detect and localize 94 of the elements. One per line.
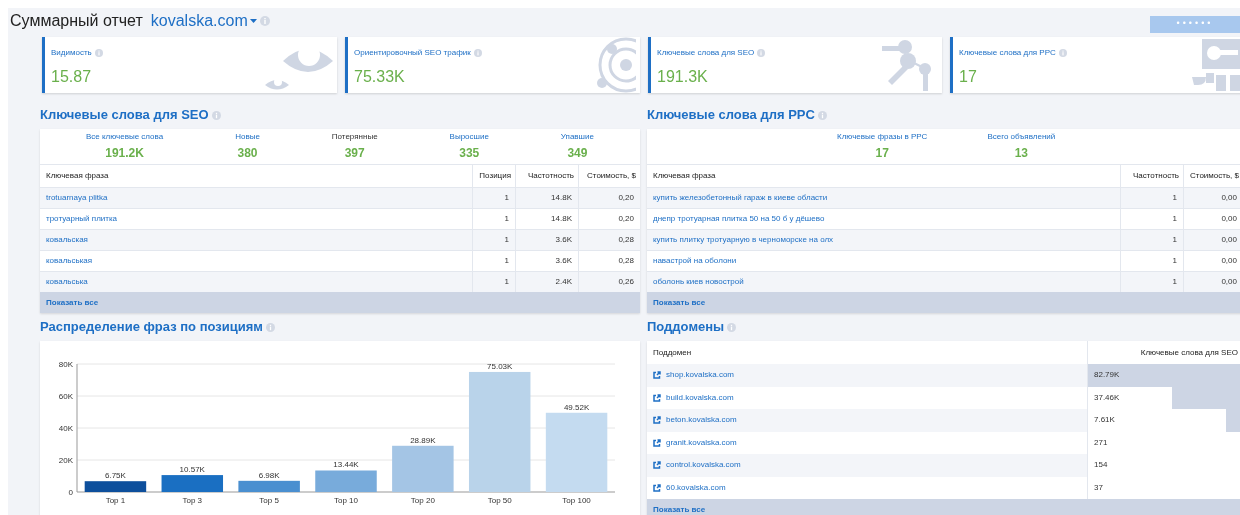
value-label: 13.44K [333, 460, 359, 470]
value-label: 6.75K [105, 471, 126, 481]
section-title: Распределение фраз по позициям [40, 318, 263, 337]
section-title: Ключевые слова для PPC [647, 106, 815, 125]
stat-value: 349 [567, 145, 588, 162]
card-value: 17 [958, 67, 978, 87]
keyword-link[interactable]: купить плитку тротуарную в черноморске на олх [647, 230, 1120, 250]
info-icon[interactable] [1058, 49, 1067, 57]
caret-icon [249, 18, 257, 24]
keyword-link[interactable]: ковальськая [40, 251, 472, 271]
axis-tick-label: 40K [58, 424, 73, 433]
card-value: 75.33K [353, 67, 406, 87]
info-icon[interactable] [211, 110, 221, 120]
keyword-link[interactable]: ковальская [40, 230, 472, 250]
subdomain-link[interactable]: build.kovalska.com [666, 391, 734, 404]
show-all-link[interactable]: Показать все [653, 296, 706, 309]
show-all-link[interactable]: Показать все [653, 503, 706, 515]
keyword-count: 37.46K [1094, 391, 1120, 404]
page-title: Суммарный отчет [10, 11, 143, 31]
column-header[interactable]: Ключевая фраза [40, 165, 472, 187]
value-label: 6.98K [258, 470, 280, 480]
category-label: Top 50 [487, 496, 512, 505]
keyword-count: 82.79K [1094, 369, 1120, 382]
external-link-icon[interactable] [653, 461, 661, 470]
keyword-count: 37 [1094, 481, 1103, 494]
external-link-icon[interactable] [653, 483, 661, 492]
subdomain-link[interactable]: beton.kovalska.com [666, 414, 737, 427]
stat-label: Потерянные [331, 131, 378, 143]
keyword-link[interactable]: днепр тротуарная плитка 50 на 50 б у дёшево [647, 209, 1120, 229]
axis-tick-label: 0 [68, 488, 73, 497]
keyword-link[interactable]: trotuarnaya plitka [40, 188, 472, 208]
bar[interactable] [84, 481, 147, 492]
external-link-icon[interactable] [653, 438, 661, 447]
info-icon[interactable] [757, 49, 766, 57]
subdomain-link[interactable]: 60.kovalska.com [666, 481, 726, 494]
keyword-count: 271 [1094, 436, 1108, 449]
domain-dropdown[interactable]: kovalska.com [150, 9, 257, 33]
category-label: Top 20 [410, 496, 435, 505]
keyword-link[interactable]: тротуарный плитка [40, 209, 472, 229]
category-label: Top 100 [562, 496, 591, 505]
axis-tick-label: 60K [58, 392, 73, 401]
info-icon[interactable] [259, 16, 270, 26]
keyword-count: 154 [1094, 459, 1108, 472]
section-title: Ключевые слова для SEO [40, 106, 209, 125]
info-icon[interactable] [94, 49, 103, 57]
show-all-link[interactable]: Показать все [46, 296, 99, 309]
category-label: Top 5 [259, 496, 279, 505]
card-value: 191.3K [656, 67, 709, 87]
external-link-icon[interactable] [653, 416, 661, 425]
stat-label[interactable]: Все ключевые слова [86, 131, 164, 143]
info-icon[interactable] [265, 322, 275, 332]
stat-value: 191.2K [105, 145, 144, 162]
category-label: Top 1 [105, 496, 126, 505]
keyword-link[interactable]: ковальська [40, 272, 472, 292]
bar[interactable] [238, 480, 300, 492]
value-label: 10.57K [179, 465, 205, 475]
subdomain-link[interactable]: shop.kovalska.com [666, 369, 735, 382]
keyword-count: 7.61K [1094, 414, 1115, 427]
info-icon[interactable] [473, 49, 482, 57]
stat-label[interactable]: Выросшие [449, 131, 489, 143]
stat-value: 397 [344, 145, 365, 162]
info-icon[interactable] [727, 322, 737, 332]
category-label: Top 3 [182, 496, 203, 505]
card-label: Видимость [51, 47, 92, 59]
keyword-link[interactable]: оболонь киев новострой [647, 272, 1120, 292]
card-value: 15.87 [50, 67, 93, 87]
external-link-icon[interactable] [653, 393, 661, 402]
stat-value: 335 [459, 145, 480, 162]
column-header[interactable]: Ключевая фраза [647, 165, 1120, 187]
bar[interactable] [161, 475, 224, 492]
stat-value: 380 [237, 145, 258, 162]
keyword-link[interactable]: навастрой на оболони [647, 251, 1120, 271]
stat-label[interactable]: Всего объявлений [987, 131, 1056, 143]
stat-label[interactable]: Ключевые фразы в PPC [837, 131, 928, 143]
category-label: Top 10 [334, 496, 358, 505]
keyword-link[interactable]: купить железобетонный гараж в киеве области [647, 188, 1120, 208]
value-label: 28.89K [410, 435, 436, 445]
stat-label[interactable]: Новые [235, 131, 260, 143]
info-icon[interactable] [817, 110, 827, 120]
subdomain-link[interactable]: granit.kovalska.com [666, 436, 737, 449]
axis-tick-label: 80K [58, 360, 73, 369]
external-link-icon[interactable] [653, 371, 661, 380]
card-label: Ориентировочный SEO трафик [354, 47, 471, 59]
value-label: 75.03K [487, 361, 513, 371]
card-label: Ключевые слова для PPC [959, 47, 1056, 59]
value-label: 49.52K [563, 402, 590, 412]
stat-label[interactable]: Упавшие [560, 131, 594, 143]
subdomain-link[interactable]: control.kovalska.com [666, 459, 741, 472]
card-label: Ключевые слова для SEO [657, 47, 755, 59]
section-title: Поддомены [647, 318, 725, 337]
stat-value: 13 [1014, 145, 1028, 162]
stat-value: 17 [875, 145, 889, 162]
column-header[interactable]: Поддомен [647, 341, 1087, 364]
axis-tick-label: 20K [58, 456, 73, 465]
